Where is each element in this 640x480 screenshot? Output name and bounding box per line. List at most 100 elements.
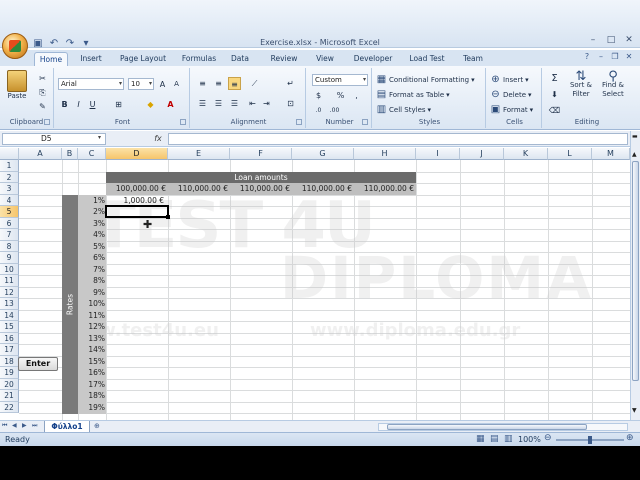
- rate-cell[interactable]: 3%: [78, 218, 105, 229]
- worksheet-grid[interactable]: A B C D E F G H I J K L M 1 2 3 4 5 6 7 …: [0, 148, 630, 420]
- rate-cell[interactable]: 12%: [78, 321, 105, 332]
- shrink-font-icon[interactable]: A: [170, 78, 183, 91]
- row-header[interactable]: 7: [0, 229, 19, 241]
- loan-amount-cell[interactable]: 110,000.00 €: [354, 183, 416, 195]
- currency-button[interactable]: $: [312, 89, 325, 102]
- wrap-text-icon[interactable]: ↵: [284, 77, 297, 90]
- loan-amount-cell[interactable]: 110,000.00 €: [292, 183, 354, 195]
- increase-indent-icon[interactable]: ⇥: [260, 97, 273, 110]
- row-header[interactable]: 12: [0, 286, 19, 298]
- bold-button[interactable]: B: [58, 98, 71, 111]
- tab-load-test[interactable]: Load Test: [406, 52, 448, 66]
- row-header[interactable]: 11: [0, 275, 19, 287]
- column-header-f[interactable]: F: [230, 148, 292, 160]
- rate-cell[interactable]: 11%: [78, 310, 105, 321]
- row-header[interactable]: 5: [0, 206, 19, 218]
- row-header[interactable]: 18: [0, 355, 19, 367]
- column-header-e[interactable]: E: [168, 148, 230, 160]
- enter-button[interactable]: Enter: [18, 357, 58, 371]
- increase-decimal-icon[interactable]: .0: [312, 104, 325, 117]
- rate-cell[interactable]: 2%: [78, 206, 105, 217]
- percent-button[interactable]: %: [334, 89, 347, 102]
- row-header[interactable]: 6: [0, 217, 19, 229]
- tab-page-layout[interactable]: Page Layout: [116, 52, 170, 66]
- conditional-formatting-button[interactable]: ▦ Conditional Formatting ▾: [376, 74, 475, 85]
- column-header-h[interactable]: H: [354, 148, 416, 160]
- rate-cell[interactable]: 18%: [78, 390, 105, 401]
- column-header-d[interactable]: D: [106, 148, 168, 160]
- row-header[interactable]: 3: [0, 183, 19, 195]
- autosum-button[interactable]: Σ: [548, 72, 561, 85]
- orientation-icon[interactable]: ⟋: [248, 77, 261, 90]
- grow-font-icon[interactable]: A: [156, 78, 169, 91]
- rate-cell[interactable]: 10%: [78, 298, 105, 309]
- close-icon[interactable]: ✕: [622, 34, 636, 46]
- cell-styles-button[interactable]: ▥ Cell Styles ▾: [376, 104, 431, 115]
- restore-icon[interactable]: ❐: [610, 52, 620, 62]
- align-top-icon[interactable]: ≡: [196, 77, 209, 90]
- office-button[interactable]: [2, 33, 28, 59]
- last-sheet-icon[interactable]: ⏭: [32, 422, 37, 430]
- fill-handle[interactable]: [166, 215, 170, 219]
- font-name-combo[interactable]: Arial ▾: [58, 78, 124, 90]
- clear-icon[interactable]: ⌫: [548, 104, 561, 117]
- tab-insert[interactable]: Insert: [74, 52, 108, 66]
- row-header[interactable]: 4: [0, 194, 19, 206]
- cut-icon[interactable]: ✂: [36, 72, 49, 85]
- row-header[interactable]: 16: [0, 332, 19, 344]
- next-sheet-icon[interactable]: ▶: [22, 422, 27, 429]
- row-header[interactable]: 21: [0, 390, 19, 402]
- align-center-icon[interactable]: ☰: [212, 97, 225, 110]
- column-header-k[interactable]: K: [504, 148, 548, 160]
- column-header-j[interactable]: J: [460, 148, 504, 160]
- decrease-decimal-icon[interactable]: .00: [328, 104, 341, 117]
- row-header[interactable]: 17: [0, 344, 19, 356]
- font-color-icon[interactable]: A: [164, 98, 177, 111]
- insert-cells-button[interactable]: ⊕ Insert ▾: [490, 74, 528, 85]
- insert-function-button[interactable]: fx: [150, 133, 166, 145]
- loan-amount-cell[interactable]: 110,000.00 €: [230, 183, 292, 195]
- column-header-i[interactable]: I: [416, 148, 460, 160]
- tab-view[interactable]: View: [312, 52, 338, 66]
- name-box[interactable]: D5: [2, 133, 106, 145]
- zoom-level[interactable]: 100%: [518, 435, 541, 444]
- split-box-icon[interactable]: ▬: [632, 133, 638, 140]
- row-header[interactable]: 13: [0, 298, 19, 310]
- align-left-icon[interactable]: ☰: [196, 97, 209, 110]
- row-header[interactable]: 22: [0, 401, 19, 413]
- copy-icon[interactable]: ⎘: [36, 86, 49, 99]
- close-icon[interactable]: ✕: [624, 52, 634, 62]
- row-header[interactable]: 10: [0, 263, 19, 275]
- dialog-launcher-icon[interactable]: [180, 119, 186, 125]
- fill-color-icon[interactable]: ◆: [144, 98, 157, 111]
- column-header-g[interactable]: G: [292, 148, 354, 160]
- column-header-l[interactable]: L: [548, 148, 592, 160]
- scroll-down-icon[interactable]: ▼: [632, 407, 637, 414]
- format-painter-icon[interactable]: ✎: [36, 100, 49, 113]
- payment-cell-d4[interactable]: 1,000.00 €: [106, 195, 168, 206]
- rate-cell[interactable]: 14%: [78, 344, 105, 355]
- loan-amount-cell[interactable]: 110,000.00 €: [168, 183, 230, 195]
- row-header[interactable]: 8: [0, 240, 19, 252]
- active-cell-d5[interactable]: [105, 205, 169, 218]
- rate-cell[interactable]: 15%: [78, 356, 105, 367]
- merge-center-icon[interactable]: ⊡: [284, 97, 297, 110]
- help-icon[interactable]: ?: [582, 52, 592, 62]
- row-header[interactable]: 19: [0, 367, 19, 379]
- rate-cell[interactable]: 13%: [78, 333, 105, 344]
- row-header[interactable]: 14: [0, 309, 19, 321]
- page-break-view-icon[interactable]: ▥: [504, 434, 513, 444]
- dialog-launcher-icon[interactable]: [44, 119, 50, 125]
- align-right-icon[interactable]: ☰: [228, 97, 241, 110]
- borders-icon[interactable]: ⊞: [112, 98, 125, 111]
- first-sheet-icon[interactable]: ⏮: [2, 422, 7, 430]
- hscroll-thumb[interactable]: [387, 424, 587, 430]
- align-bottom-icon[interactable]: ≡: [228, 77, 241, 90]
- loan-amounts-header[interactable]: Loan amounts: [106, 171, 416, 183]
- zoom-in-icon[interactable]: ⊕: [626, 433, 634, 443]
- zoom-slider[interactable]: [556, 436, 624, 444]
- prev-sheet-icon[interactable]: ◀: [12, 422, 17, 429]
- format-cells-button[interactable]: ▣ Format ▾: [490, 104, 533, 115]
- dialog-launcher-icon[interactable]: [362, 119, 368, 125]
- rate-cell[interactable]: 1%: [78, 195, 105, 206]
